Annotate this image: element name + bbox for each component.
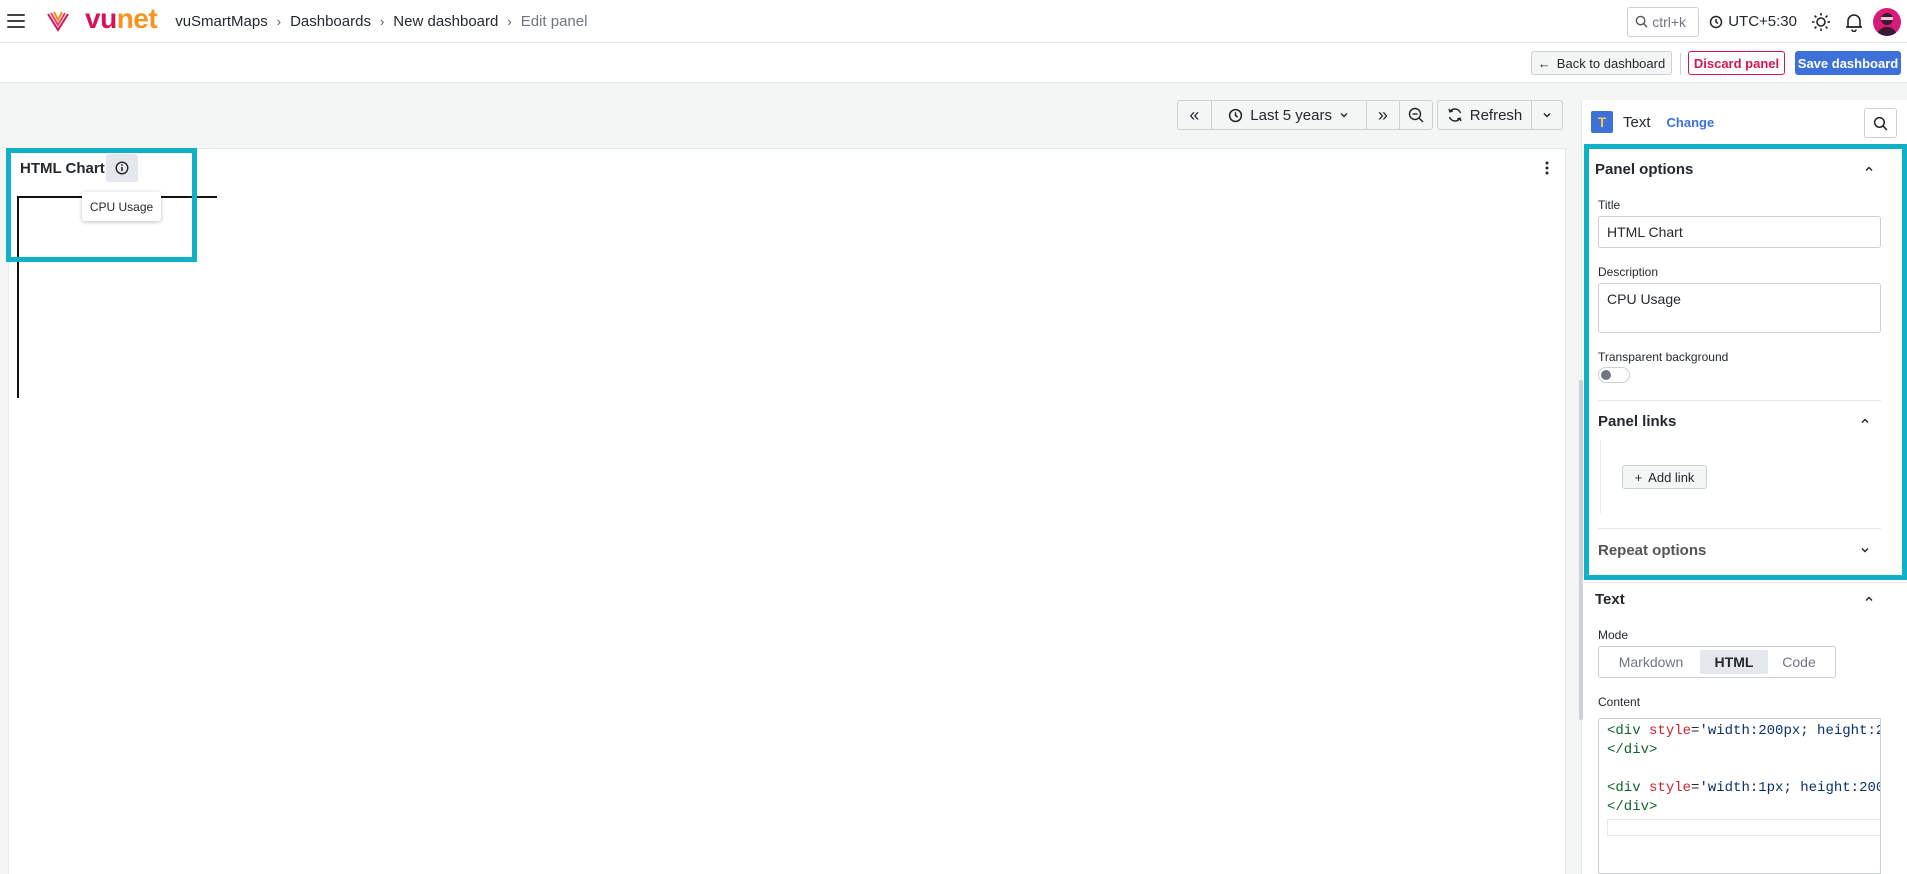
- time-range-picker[interactable]: Last 5 years: [1212, 101, 1367, 129]
- change-visualization-link[interactable]: Change: [1667, 115, 1715, 130]
- search-icon: [1635, 15, 1648, 28]
- timezone-label: UTC+5:30: [1728, 13, 1797, 30]
- code-line: <div style='width:200px; height:2: [1607, 723, 1881, 739]
- chevron-up-icon[interactable]: [1862, 592, 1876, 606]
- breadcrumb-dashboards[interactable]: Dashboards: [290, 13, 371, 30]
- mode-markdown-option[interactable]: Markdown: [1602, 650, 1700, 674]
- edit-panel-toolbar: ← Back to dashboard Discard panel Save d…: [0, 43, 1907, 83]
- time-range-controls: « Last 5 years »: [1177, 100, 1433, 130]
- chevrons-right-icon: »: [1377, 104, 1388, 125]
- panel-preview: [8, 148, 1566, 874]
- refresh-label: Refresh: [1469, 106, 1523, 124]
- brand-logo-text: vunet: [85, 3, 158, 34]
- code-line: </div>: [1607, 742, 1658, 758]
- timezone-indicator[interactable]: UTC+5:30: [1709, 13, 1797, 30]
- theme-toggle-button[interactable]: [1811, 12, 1831, 32]
- chevrons-left-icon: «: [1189, 104, 1200, 125]
- panel-menu-button[interactable]: [1536, 157, 1558, 179]
- zoom-out-icon: [1408, 107, 1424, 123]
- save-dashboard-button[interactable]: Save dashboard: [1795, 51, 1901, 75]
- refresh-interval-dropdown[interactable]: [1532, 101, 1562, 129]
- refresh-icon: [1448, 108, 1462, 122]
- mode-html-option[interactable]: HTML: [1700, 650, 1768, 674]
- code-line: </div>: [1607, 799, 1658, 815]
- mode-label: Mode: [1598, 628, 1629, 642]
- toolbar-divider: [1680, 53, 1681, 75]
- breadcrumb-new-dashboard[interactable]: New dashboard: [393, 13, 498, 30]
- sidebar-resize-handle[interactable]: [1579, 380, 1583, 720]
- panel-header-highlight: [6, 148, 197, 262]
- brand-vu: vu: [85, 3, 117, 34]
- user-avatar-icon: [1877, 12, 1897, 36]
- mode-radio-group: Markdown HTML Code: [1598, 646, 1836, 678]
- back-to-dashboard-label: Back to dashboard: [1556, 55, 1666, 71]
- text-options-heading[interactable]: Text: [1595, 591, 1625, 608]
- breadcrumb: vuSmartMaps › Dashboards › New dashboard…: [175, 13, 587, 30]
- visualization-picker: T Text Change: [1591, 107, 1714, 137]
- clock-icon: [1229, 108, 1243, 122]
- topbar-right: ctrl+k UTC+5:30: [1627, 0, 1907, 43]
- menu-icon[interactable]: [7, 14, 25, 28]
- chevron-down-icon: [1543, 113, 1551, 118]
- search-icon: [1873, 116, 1888, 130]
- refresh-controls: Refresh: [1437, 100, 1563, 130]
- chevron-down-icon: [1340, 113, 1348, 118]
- content-label: Content: [1598, 695, 1641, 709]
- panel-options-highlight: [1584, 144, 1907, 580]
- time-back-button[interactable]: «: [1178, 101, 1212, 129]
- breadcrumb-edit-panel: Edit panel: [520, 12, 588, 30]
- brand-net: net: [116, 3, 158, 34]
- global-search-button[interactable]: ctrl+k: [1627, 6, 1700, 37]
- text-viz-icon: T: [1591, 111, 1613, 133]
- sun-icon: [1812, 12, 1830, 31]
- chevron-right-icon: ›: [379, 13, 385, 29]
- mode-code-option[interactable]: Code: [1768, 650, 1830, 674]
- bell-icon: [1846, 13, 1862, 32]
- user-avatar[interactable]: [1873, 7, 1901, 36]
- top-bar: vunet vuSmartMaps › Dashboards › New das…: [0, 0, 1907, 43]
- section-divider: [1581, 582, 1907, 583]
- search-options-button[interactable]: [1864, 108, 1897, 138]
- arrow-left-icon: ←: [1537, 55, 1551, 71]
- notifications-button[interactable]: [1845, 12, 1863, 32]
- chevron-right-icon: ›: [507, 13, 512, 29]
- refresh-button[interactable]: Refresh: [1438, 101, 1532, 129]
- code-line: <div style='width:1px; height:200: [1607, 780, 1881, 796]
- discard-panel-button[interactable]: Discard panel: [1688, 51, 1785, 75]
- zoom-out-button[interactable]: [1400, 101, 1432, 129]
- breadcrumb-vusmartmaps[interactable]: vuSmartMaps: [175, 13, 268, 30]
- chevron-right-icon: ›: [276, 13, 282, 29]
- vunet-logo-icon: [47, 11, 69, 32]
- clock-icon: [1709, 15, 1723, 28]
- search-shortcut: ctrl+k: [1652, 13, 1687, 30]
- code-cursor-line: [1607, 819, 1880, 836]
- back-to-dashboard-button[interactable]: ← Back to dashboard: [1531, 51, 1672, 75]
- time-range-label: Last 5 years: [1250, 106, 1332, 124]
- more-vertical-icon: [1545, 161, 1549, 175]
- content-code-editor[interactable]: <div style='width:200px; height:2 </div>…: [1598, 718, 1881, 874]
- visualization-name: Text: [1623, 113, 1651, 131]
- time-forward-button[interactable]: »: [1367, 101, 1401, 129]
